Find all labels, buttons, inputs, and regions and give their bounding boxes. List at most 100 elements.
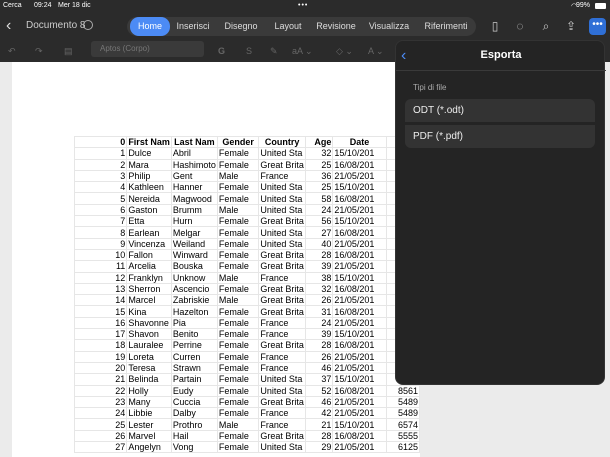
table-cell: Magwood	[170, 192, 218, 205]
table-cell: France	[258, 361, 306, 375]
table-cell: United Sta	[258, 147, 306, 160]
underline-icon[interactable]: S	[246, 44, 252, 58]
search-icon[interactable]: ⌕	[537, 17, 555, 35]
table-cell: Female	[216, 215, 260, 228]
table-cell: Female	[216, 384, 260, 397]
table-cell: 11	[73, 260, 128, 273]
document-page[interactable]: 0First NamLast NamGenderCountryAgeDateId…	[12, 62, 421, 457]
table-row: 6 Gaston Brumm Male United Sta 24 21/05/201	[73, 203, 421, 217]
table-row: 3 Philip Gent Male France 36 21/05/201	[73, 169, 421, 183]
table-cell: Dalby	[170, 407, 218, 420]
table-cell: Dulce	[126, 147, 172, 160]
share-icon[interactable]: ⇪	[562, 17, 580, 35]
table-cell: 16/08/201	[332, 248, 387, 262]
table-row: 5 Nereida Magwood Female United Sta 58 16/08/2…	[73, 192, 421, 205]
table-cell: 21/05/201	[332, 237, 387, 250]
table-cell: 26	[304, 350, 334, 363]
table-cell: 8	[73, 226, 128, 239]
table-cell: Female	[216, 282, 260, 296]
document-title[interactable]: Documento 8	[26, 20, 85, 31]
table-cell: 13	[73, 282, 128, 296]
undo-icon[interactable]: ↶	[8, 44, 16, 58]
export-odt-option[interactable]: ODT (*.odt)	[405, 99, 595, 122]
table-cell: 25	[73, 418, 128, 431]
highlight-icon[interactable]: ✎	[270, 44, 278, 58]
table-cell: 39	[304, 260, 334, 273]
table-cell: Shavon	[126, 328, 172, 341]
tab-home[interactable]: Home	[130, 17, 170, 36]
table-cell: 21/05/201	[332, 407, 387, 420]
table-cell: Kina	[126, 305, 172, 318]
table-row: 7 Etta Hurn Female Great Brita 56 15/10/201	[73, 215, 421, 228]
tab-visualizza[interactable]: Visualizza	[365, 17, 413, 36]
table-cell: Great Brita	[258, 282, 306, 296]
ribbon-tabs: Home Inserisci Disegno Layout Revisione …	[127, 17, 476, 36]
table-cell: Lester	[126, 418, 172, 431]
table-cell: Melgar	[170, 226, 218, 239]
table-cell: Earlean	[126, 226, 172, 239]
table-cell: 21/05/201	[332, 260, 387, 273]
redo-icon[interactable]: ↷	[35, 44, 43, 58]
table-cell: Gent	[170, 169, 218, 183]
table-row: 15 Kina Hazelton Female Great Brita 31 16/08/2…	[73, 305, 421, 318]
fill-icon[interactable]: ◇ ⌄	[336, 44, 353, 58]
table-cell: 18	[73, 339, 128, 352]
font-selector[interactable]: Aptos (Corpo)	[91, 41, 204, 57]
table-cell: Philip	[126, 169, 172, 183]
paste-icon[interactable]: ▤	[64, 44, 73, 58]
table-cell: 38	[304, 271, 334, 284]
tab-riferimenti[interactable]: Riferimenti	[419, 17, 473, 36]
column-header: 0	[73, 135, 128, 149]
tab-disegno[interactable]: Disegno	[220, 17, 262, 36]
bold-icon[interactable]: G	[218, 44, 225, 58]
table-cell: France	[258, 350, 306, 363]
table-cell: Many	[126, 395, 172, 409]
section-label: Tipi di file	[413, 83, 447, 92]
table-cell: Holly	[126, 384, 172, 397]
table-cell: Female	[216, 147, 260, 160]
table-row: 26 Marvel Hail Female Great Brita 28 16/08/201…	[73, 429, 421, 443]
table-cell: Benito	[170, 328, 218, 341]
table-cell: Hanner	[170, 181, 218, 194]
lightbulb-icon[interactable]: ◌	[511, 17, 529, 35]
table-cell: Female	[216, 260, 260, 273]
multitask-dots-icon[interactable]: •••	[298, 2, 308, 9]
table-row: 21 Belinda Partain Female United Sta 37 15/10/…	[73, 373, 421, 386]
table-cell: Arcelia	[126, 260, 172, 273]
tab-revisione[interactable]: Revisione	[313, 17, 359, 36]
table-cell: Male	[216, 169, 260, 183]
table-row: 4 Kathleen Hanner Female United Sta 25 15/10/2…	[73, 181, 421, 194]
table-cell: Female	[216, 373, 260, 386]
table-cell: Brumm	[170, 203, 218, 217]
table-cell: Female	[216, 158, 260, 171]
export-pdf-option[interactable]: PDF (*.pdf)	[405, 125, 595, 148]
font-size-icon[interactable]: aA ⌄	[292, 44, 313, 58]
table-cell: 6	[73, 203, 128, 217]
more-icon[interactable]: •••	[589, 18, 606, 35]
table-cell: 21/05/201	[332, 441, 387, 454]
back-icon[interactable]: ‹	[6, 17, 20, 35]
table-cell: Lauralee	[126, 339, 172, 352]
font-color-icon[interactable]: A ⌄	[368, 44, 384, 58]
table-cell: 21/05/201	[332, 169, 387, 183]
tab-layout[interactable]: Layout	[268, 17, 308, 36]
table-cell: 15/10/201	[332, 328, 387, 341]
table-cell: Winward	[170, 248, 218, 262]
table-cell: 7	[73, 215, 128, 228]
phone-layout-icon[interactable]: ▯	[486, 17, 504, 35]
table-cell: Female	[216, 339, 260, 352]
table-row: 24 Libbie Dalby Female France 42 21/05/201 5489	[73, 407, 421, 420]
table-cell: Bouska	[170, 260, 218, 273]
table-header-row: 0First NamLast NamGenderCountryAgeDateId	[73, 135, 421, 149]
table-cell: 21/05/201	[332, 294, 387, 307]
table-cell: 37	[304, 373, 334, 386]
table-cell: 10	[73, 248, 128, 262]
table-row: 13 Sherron Ascencio Female Great Brita 32 16/0…	[73, 282, 421, 296]
table-cell: 15/10/201	[332, 181, 387, 194]
document-status-icon[interactable]	[83, 20, 93, 30]
table-row: 11 Arcelia Bouska Female Great Brita 39 21/05/…	[73, 260, 421, 273]
tab-inserisci[interactable]: Inserisci	[172, 17, 214, 36]
table-cell: 2	[73, 158, 128, 171]
table-cell: Hail	[170, 429, 218, 443]
table-cell: Female	[216, 181, 260, 194]
